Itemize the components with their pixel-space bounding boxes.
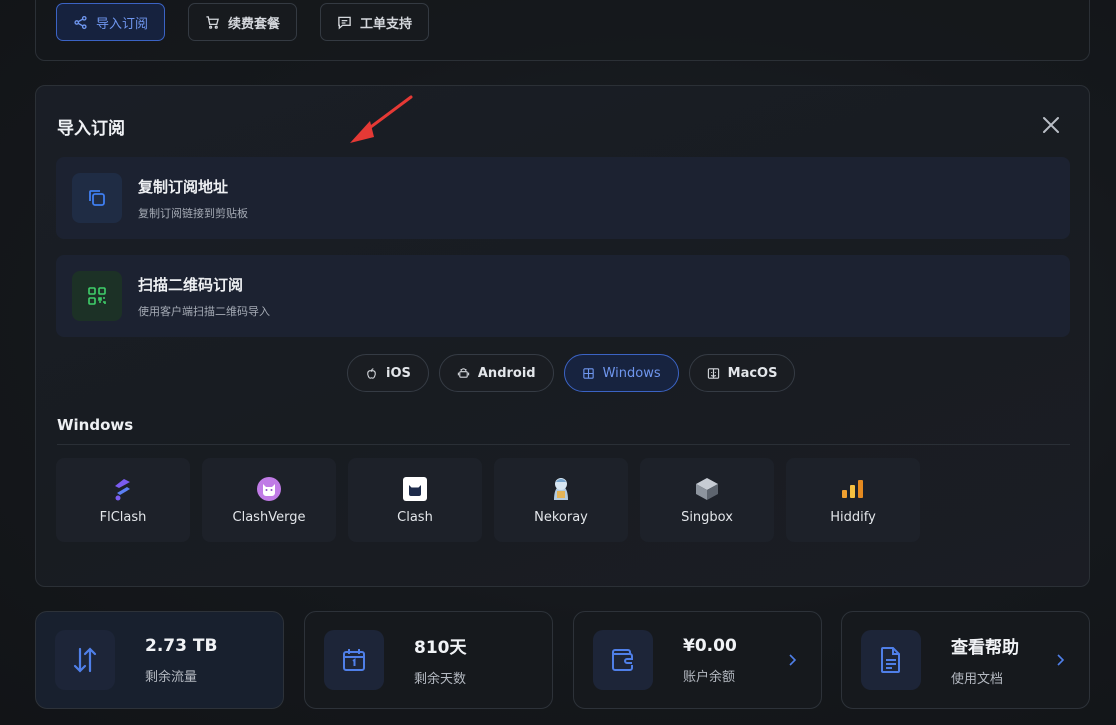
app-name: Hiddify — [830, 509, 876, 525]
flclash-icon — [110, 476, 136, 502]
app-name: Clash — [397, 509, 433, 525]
app-name: Singbox — [681, 509, 733, 525]
traffic-arrows-icon — [73, 647, 97, 673]
stat-label: 账户余额 — [683, 669, 736, 685]
tab-ticket-support[interactable]: 工单支持 — [320, 3, 430, 41]
tab-renew-plan[interactable]: 续费套餐 — [188, 3, 298, 41]
clashverge-icon — [256, 476, 282, 502]
app-name: ClashVerge — [232, 509, 306, 525]
stat-label: 剩余流量 — [145, 669, 198, 685]
android-icon — [457, 367, 470, 378]
share-icon — [74, 15, 87, 29]
stat-view-help[interactable]: 查看帮助 使用文档 — [841, 611, 1090, 709]
stat-value: 2.73 TB — [145, 635, 218, 656]
tab-label: 导入订阅 — [96, 16, 149, 32]
tab-label: 工单支持 — [360, 16, 413, 32]
qr-code-icon — [88, 287, 106, 305]
stat-label: 剩余天数 — [414, 672, 467, 687]
app-singbox[interactable]: Singbox — [640, 458, 774, 542]
copy-icon — [89, 190, 105, 206]
close-icon[interactable] — [1040, 114, 1062, 136]
copy-subscription-option[interactable]: 复制订阅地址 复制订阅链接到剪贴板 — [56, 157, 1070, 239]
wallet-icon-box — [593, 630, 653, 690]
cart-icon — [206, 15, 219, 29]
stat-value: ¥0.00 — [683, 635, 737, 656]
qr-icon-box — [72, 271, 122, 321]
app-clashverge[interactable]: ClashVerge — [202, 458, 336, 542]
clash-icon — [402, 476, 428, 502]
app-flclash[interactable]: FlClash — [56, 458, 190, 542]
tab-label: MacOS — [727, 365, 778, 381]
platform-tabs: iOS Android Windows MacOS — [347, 354, 796, 392]
scan-qr-option[interactable]: 扫描二维码订阅 使用客户端扫描二维码导入 — [56, 255, 1070, 337]
app-name: Nekoray — [534, 509, 588, 525]
option-subtitle: 复制订阅链接到剪贴板 — [138, 206, 248, 220]
import-subscription-panel: 导入订阅 复制订阅地址 复制订阅链接到剪贴板 扫描二维码订阅 使用客户端扫描二维… — [35, 85, 1090, 587]
message-icon — [338, 16, 351, 30]
tab-label: Windows — [602, 365, 661, 381]
app-name: FlClash — [99, 509, 147, 525]
tab-windows[interactable]: Windows — [563, 354, 679, 392]
document-icon — [881, 647, 900, 673]
top-nav-card: 导入订阅 续费套餐 工单支持 — [35, 0, 1090, 61]
option-title: 复制订阅地址 — [138, 177, 229, 196]
tab-label: iOS — [386, 365, 411, 381]
app-nekoray[interactable]: Nekoray — [494, 458, 628, 542]
app-clash[interactable]: Clash — [348, 458, 482, 542]
calendar-icon-box — [324, 630, 384, 690]
chevron-right-icon — [789, 654, 797, 666]
traffic-icon-box — [55, 630, 115, 690]
app-list: FlClash ClashVerge Clash Nekoray Singbox — [56, 458, 920, 542]
windows-icon — [582, 367, 594, 379]
nekoray-icon — [548, 476, 574, 502]
tab-macos[interactable]: MacOS — [688, 354, 796, 392]
singbox-icon — [694, 476, 720, 502]
stat-remaining-days: 810天 剩余天数 — [304, 611, 553, 709]
panel-title: 导入订阅 — [57, 119, 125, 139]
document-icon-box — [861, 630, 921, 690]
tab-ios[interactable]: iOS — [347, 354, 429, 392]
hiddify-icon — [840, 476, 866, 502]
stat-account-balance[interactable]: ¥0.00 账户余额 — [573, 611, 822, 709]
option-subtitle: 使用客户端扫描二维码导入 — [138, 304, 270, 318]
tab-android[interactable]: Android — [438, 354, 554, 392]
option-title: 扫描二维码订阅 — [138, 275, 244, 294]
app-hiddify[interactable]: Hiddify — [786, 458, 920, 542]
macos-icon — [707, 367, 719, 379]
calendar-icon — [343, 649, 365, 671]
divider — [57, 444, 1070, 445]
stat-value: 810天 — [414, 638, 467, 658]
chevron-right-icon — [1057, 654, 1065, 666]
wallet-icon — [612, 649, 633, 671]
tab-label: 续费套餐 — [228, 16, 281, 32]
tab-label: Android — [477, 365, 536, 381]
pointer-arrow-icon — [350, 95, 413, 143]
stat-remaining-traffic: 2.73 TB 剩余流量 — [35, 611, 284, 709]
tab-import-subscription[interactable]: 导入订阅 — [56, 3, 166, 41]
stat-label: 使用文档 — [951, 672, 1004, 687]
apple-icon — [367, 367, 376, 379]
copy-icon-box — [72, 173, 122, 223]
platform-section-title: Windows — [57, 416, 134, 434]
stat-value: 查看帮助 — [951, 638, 1019, 658]
